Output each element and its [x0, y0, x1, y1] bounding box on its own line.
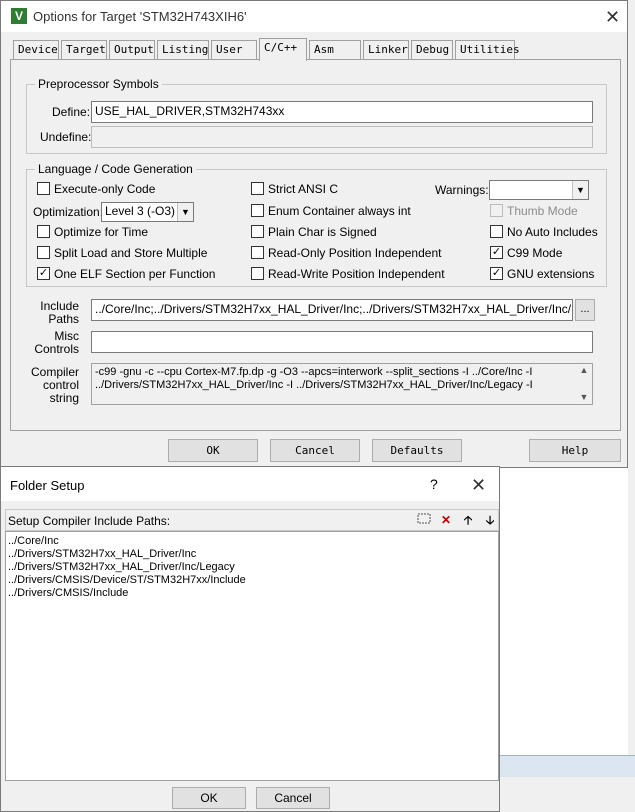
plain-char-checkbox[interactable] — [251, 225, 264, 238]
compiler-string-scrollbar[interactable]: ▲ ▼ — [576, 364, 592, 404]
ok-button[interactable]: OK — [168, 439, 258, 462]
optimize-time-label: Optimize for Time — [54, 225, 149, 239]
tab-c-cpp[interactable]: C/C++ — [259, 38, 307, 61]
background-window — [628, 0, 635, 812]
tab-linker[interactable]: Linker — [363, 40, 409, 60]
compiler-string-label-line3: string — [49, 391, 79, 405]
help-button[interactable]: Help — [529, 439, 621, 462]
include-paths-list[interactable]: ../Core/Inc ../Drivers/STM32H7xx_HAL_Dri… — [5, 531, 499, 781]
strict-ansi-checkbox[interactable] — [251, 182, 264, 195]
misc-controls-field[interactable] — [91, 331, 593, 353]
warnings-select[interactable]: ▼ — [489, 180, 589, 200]
folder-setup-titlebar[interactable]: Folder Setup ? ✕ — [1, 467, 499, 501]
folder-cancel-button[interactable]: Cancel — [256, 787, 330, 809]
optimization-select[interactable]: Level 3 (-O3) ▼ — [101, 202, 194, 222]
tab-target[interactable]: Target — [61, 40, 107, 60]
enum-container-checkbox[interactable] — [251, 204, 264, 217]
defaults-button[interactable]: Defaults — [372, 439, 462, 462]
no-auto-includes-checkbox[interactable] — [490, 225, 503, 238]
rw-pi-label: Read-Write Position Independent — [268, 267, 445, 281]
list-item[interactable]: ../Drivers/STM32H7xx_HAL_Driver/Inc/Lega… — [8, 561, 496, 574]
move-up-icon[interactable]: 🡡 — [458, 512, 478, 529]
c-cpp-tab-panel: Preprocessor Symbols Define: USE_HAL_DRI… — [10, 59, 621, 431]
define-field[interactable]: USE_HAL_DRIVER,STM32H743xx — [91, 101, 593, 123]
chevron-down-icon[interactable]: ▼ — [572, 181, 588, 199]
close-icon[interactable]: ✕ — [471, 476, 486, 494]
undefine-field[interactable] — [91, 126, 593, 148]
split-load-label: Split Load and Store Multiple — [54, 246, 208, 260]
chevron-down-icon[interactable]: ▼ — [177, 203, 193, 221]
one-elf-checkbox[interactable]: ✓ — [37, 267, 50, 280]
execute-only-checkbox[interactable] — [37, 182, 50, 195]
delete-icon[interactable]: ✕ — [436, 512, 456, 529]
enum-container-label: Enum Container always int — [268, 204, 411, 218]
execute-only-label: Execute-only Code — [54, 182, 156, 196]
compiler-string-label: Compiler control string — [25, 366, 79, 405]
warnings-label: Warnings: — [435, 183, 489, 197]
scroll-up-icon[interactable]: ▲ — [576, 364, 592, 377]
options-dialog: V Options for Target 'STM32H743XIH6' ✕ D… — [0, 0, 628, 468]
move-down-icon[interactable]: 🡣 — [480, 512, 500, 529]
list-item[interactable]: ../Drivers/STM32H7xx_HAL_Driver/Inc — [8, 548, 496, 561]
rw-pi-checkbox[interactable] — [251, 267, 264, 280]
tab-asm[interactable]: Asm — [309, 40, 361, 60]
include-paths-label-line2: Paths — [48, 312, 79, 326]
options-title: Options for Target 'STM32H743XIH6' — [33, 9, 247, 24]
ro-pi-label: Read-Only Position Independent — [268, 246, 442, 260]
tab-listing[interactable]: Listing — [157, 40, 209, 60]
one-elf-label: One ELF Section per Function — [54, 267, 216, 281]
c99-mode-checkbox[interactable]: ✓ — [490, 246, 503, 259]
strict-ansi-label: Strict ANSI C — [268, 182, 339, 196]
misc-controls-label-line2: Controls — [34, 342, 79, 356]
thumb-mode-checkbox — [490, 204, 503, 217]
scroll-down-icon[interactable]: ▼ — [576, 391, 592, 404]
tab-output[interactable]: Output — [109, 40, 155, 60]
tab-device[interactable]: Device — [13, 40, 59, 60]
tab-utilities[interactable]: Utilities — [455, 40, 520, 60]
optimization-value: Level 3 (-O3) — [105, 204, 176, 218]
plain-char-label: Plain Char is Signed — [268, 225, 377, 239]
cancel-button[interactable]: Cancel — [270, 439, 360, 462]
gnu-extensions-checkbox[interactable]: ✓ — [490, 267, 503, 280]
folder-ok-button[interactable]: OK — [172, 787, 246, 809]
compiler-string-line1: -c99 -gnu -c --cpu Cortex-M7.fp.dp -g -O… — [95, 366, 533, 378]
folder-setup-dialog: Folder Setup ? ✕ Setup Compiler Include … — [0, 466, 500, 812]
thumb-mode-label: Thumb Mode — [507, 204, 578, 218]
split-load-checkbox[interactable] — [37, 246, 50, 259]
help-icon[interactable]: ? — [430, 476, 438, 492]
no-auto-includes-label: No Auto Includes — [507, 225, 598, 239]
include-paths-header-label: Setup Compiler Include Paths: — [8, 514, 171, 528]
define-label: Define: — [52, 105, 91, 119]
background-window-strip — [500, 755, 635, 777]
include-paths-label: Include Paths — [25, 300, 79, 326]
optimize-time-checkbox[interactable] — [37, 225, 50, 238]
folder-setup-title: Folder Setup — [10, 478, 85, 493]
compiler-string-line2: ../Drivers/STM32H7xx_HAL_Driver/Inc -I .… — [95, 379, 533, 391]
close-icon[interactable]: ✕ — [605, 8, 620, 26]
keil-app-icon: V — [11, 8, 27, 24]
tab-debug[interactable]: Debug — [411, 40, 453, 60]
include-paths-field[interactable]: ../Core/Inc;../Drivers/STM32H7xx_HAL_Dri… — [91, 299, 573, 321]
undefine-label: Undefine: — [40, 130, 92, 144]
include-paths-header: Setup Compiler Include Paths: ✕ 🡡 🡣 — [5, 509, 499, 531]
misc-controls-label: Misc Controls — [25, 330, 79, 356]
list-item[interactable]: ../Drivers/CMSIS/Include — [8, 587, 496, 600]
ro-pi-checkbox[interactable] — [251, 246, 264, 259]
list-item[interactable]: ../Drivers/CMSIS/Device/ST/STM32H7xx/Inc… — [8, 574, 496, 587]
preprocessor-group-title: Preprocessor Symbols — [35, 77, 162, 91]
background-window-footer — [500, 777, 635, 812]
compiler-string-field[interactable]: -c99 -gnu -c --cpu Cortex-M7.fp.dp -g -O… — [91, 363, 593, 405]
optimization-label: Optimization: — [33, 205, 104, 219]
c99-mode-label: C99 Mode — [507, 246, 563, 260]
include-paths-browse-button[interactable]: ... — [575, 299, 595, 321]
list-item[interactable]: ../Core/Inc — [8, 535, 496, 548]
new-folder-icon[interactable] — [414, 512, 434, 529]
tab-user[interactable]: User — [211, 40, 257, 60]
gnu-extensions-label: GNU extensions — [507, 267, 595, 281]
language-group-title: Language / Code Generation — [35, 162, 196, 176]
options-titlebar[interactable]: V Options for Target 'STM32H743XIH6' ✕ — [1, 1, 627, 32]
